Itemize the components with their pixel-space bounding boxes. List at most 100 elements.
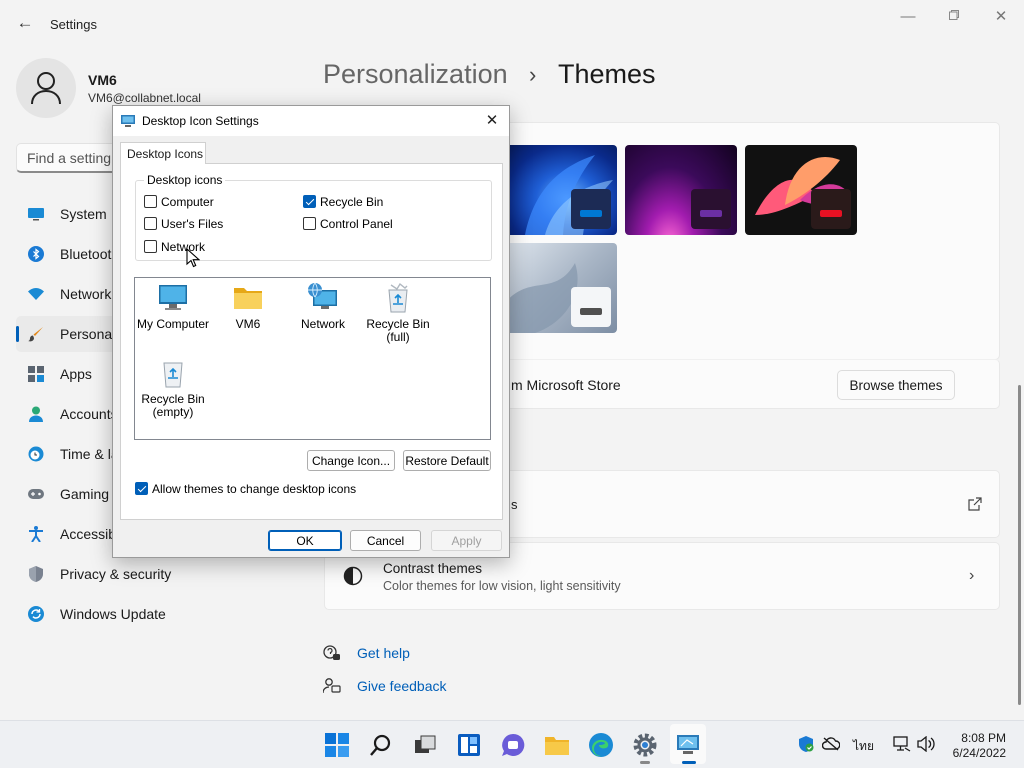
clock-time[interactable]: 8:08 PM — [950, 731, 1006, 745]
checkbox-label: Allow themes to change desktop icons — [152, 482, 357, 496]
settings-gear-icon[interactable] — [632, 732, 658, 758]
chevron-right-icon: › — [529, 62, 537, 87]
mouse-cursor-icon — [186, 248, 200, 268]
arrow-left-icon[interactable]: ← — [14, 12, 36, 34]
checkbox-label: Recycle Bin — [320, 195, 384, 209]
checkbox-box[interactable] — [144, 217, 157, 230]
active-indicator — [682, 761, 696, 764]
sidebar-item-label: System — [60, 206, 107, 222]
apply-button[interactable]: Apply — [431, 530, 502, 551]
running-indicator — [640, 761, 650, 764]
restore-icon[interactable] — [934, 6, 974, 28]
monitor-icon — [159, 285, 187, 310]
checkbox-box[interactable] — [144, 240, 157, 253]
icon-item-network[interactable]: Network — [285, 282, 361, 331]
theme-thumbnail-glow[interactable] — [625, 145, 737, 235]
tab-panel: Desktop icons Computer User's Files Netw… — [120, 163, 503, 520]
tab-desktop-icons[interactable]: Desktop Icons — [120, 142, 206, 164]
wifi-icon — [28, 288, 44, 300]
taskbar-preview — [571, 287, 611, 327]
checkbox-box[interactable] — [303, 217, 316, 230]
icon-item-user-folder[interactable]: VM6 — [210, 282, 286, 331]
sidebar-item-privacy[interactable]: Privacy & security — [16, 556, 312, 592]
icon-list[interactable]: My Computer VM6 Network Recycle Bin (ful… — [134, 277, 491, 440]
feedback-icon — [323, 678, 341, 694]
sidebar-item-label: Privacy & security — [60, 566, 172, 582]
browse-themes-button[interactable]: Browse themes — [837, 370, 955, 400]
icon-label: Recycle Bin (full) — [366, 317, 430, 344]
theme-thumbnail-windows-bloom[interactable] — [505, 145, 617, 235]
task-view-icon[interactable] — [412, 732, 438, 758]
sidebar-item-label: Gaming — [60, 486, 110, 502]
desktop-icon-settings-app-icon[interactable] — [675, 732, 701, 758]
checkbox-label: User's Files — [161, 217, 224, 231]
page-title: Themes — [558, 59, 656, 89]
icon-label: Recycle Bin (empty) — [141, 392, 205, 419]
group-title: Desktop icons — [144, 173, 226, 187]
theme-thumbnail-sunrise[interactable] — [505, 243, 617, 333]
brush-icon — [28, 327, 43, 342]
network-wired-icon[interactable] — [893, 736, 911, 752]
accent-bar — [820, 210, 842, 217]
close-icon[interactable]: ✕ — [481, 110, 503, 132]
shield-icon — [29, 566, 43, 582]
taskbar-preview — [691, 189, 731, 229]
checkbox-box-checked[interactable] — [303, 195, 316, 208]
ok-button[interactable]: OK — [268, 530, 342, 551]
minimize-icon[interactable]: — — [888, 6, 928, 28]
dialog-title: Desktop Icon Settings — [142, 114, 259, 128]
widgets-icon[interactable] — [456, 732, 482, 758]
contrast-icon — [343, 566, 363, 586]
windows-start-icon[interactable] — [324, 732, 350, 758]
cancel-button[interactable]: Cancel — [350, 530, 421, 551]
icon-item-my-computer[interactable]: My Computer — [135, 282, 211, 331]
avatar[interactable] — [16, 58, 76, 118]
edge-browser-icon[interactable] — [588, 732, 614, 758]
external-link-icon — [968, 497, 982, 511]
icon-label: Network — [300, 317, 345, 331]
desktop-icon-settings-dialog: Desktop Icon Settings ✕ Desktop Icons De… — [112, 105, 510, 558]
clock-globe-icon — [28, 446, 44, 462]
file-explorer-icon[interactable] — [544, 732, 570, 758]
checkbox-box-checked[interactable] — [135, 482, 148, 495]
sidebar-item-label: Apps — [60, 366, 92, 382]
recycle-bin-empty-icon — [163, 362, 183, 388]
input-language-indicator[interactable]: ไทย — [853, 737, 874, 756]
teams-chat-icon[interactable] — [500, 732, 526, 758]
search-icon[interactable] — [368, 732, 394, 758]
change-icon-button[interactable]: Change Icon... — [307, 450, 395, 471]
theme-thumbnail-captured-motion[interactable] — [745, 145, 857, 235]
sidebar-item-label: Windows Update — [60, 606, 166, 622]
contrast-themes-subtitle: Color themes for low vision, light sensi… — [383, 579, 621, 593]
onedrive-offline-icon[interactable] — [822, 737, 840, 751]
icon-item-recycle-bin-empty[interactable]: Recycle Bin (empty) — [135, 357, 211, 419]
taskbar-preview — [571, 189, 611, 229]
apps-icon — [28, 366, 44, 382]
accessibility-icon — [29, 526, 43, 542]
scrollbar-thumb[interactable] — [1018, 385, 1021, 705]
user-name: VM6 — [88, 72, 117, 88]
chevron-right-icon: › — [969, 567, 975, 584]
icon-item-recycle-bin-full[interactable]: Recycle Bin (full) — [360, 282, 436, 344]
checkbox-box[interactable] — [144, 195, 157, 208]
volume-icon[interactable] — [917, 736, 935, 752]
recycle-bin-full-icon — [388, 282, 408, 313]
sidebar-item-label: Accounts — [60, 406, 118, 422]
get-help-link[interactable]: Get help — [357, 645, 410, 661]
user-email: VM6@collabnet.local — [88, 91, 201, 105]
checkbox-label: Computer — [161, 195, 214, 209]
person-icon — [29, 406, 43, 422]
give-feedback-link[interactable]: Give feedback — [357, 678, 447, 694]
network-globe-icon — [308, 282, 337, 309]
sidebar-item-windows-update[interactable]: Windows Update — [16, 596, 312, 632]
clock-date[interactable]: 6/24/2022 — [940, 746, 1006, 760]
accent-bar — [700, 210, 722, 217]
checkbox-label: Control Panel — [320, 217, 393, 231]
close-icon[interactable]: ✕ — [981, 6, 1021, 28]
icon-label: My Computer — [136, 317, 210, 331]
restore-default-button[interactable]: Restore Default — [403, 450, 491, 471]
breadcrumb-parent[interactable]: Personalization — [323, 59, 508, 90]
help-chat-icon — [323, 645, 340, 660]
defender-shield-icon[interactable] — [798, 736, 814, 752]
dialog-titlebar[interactable]: Desktop Icon Settings ✕ — [113, 106, 509, 136]
